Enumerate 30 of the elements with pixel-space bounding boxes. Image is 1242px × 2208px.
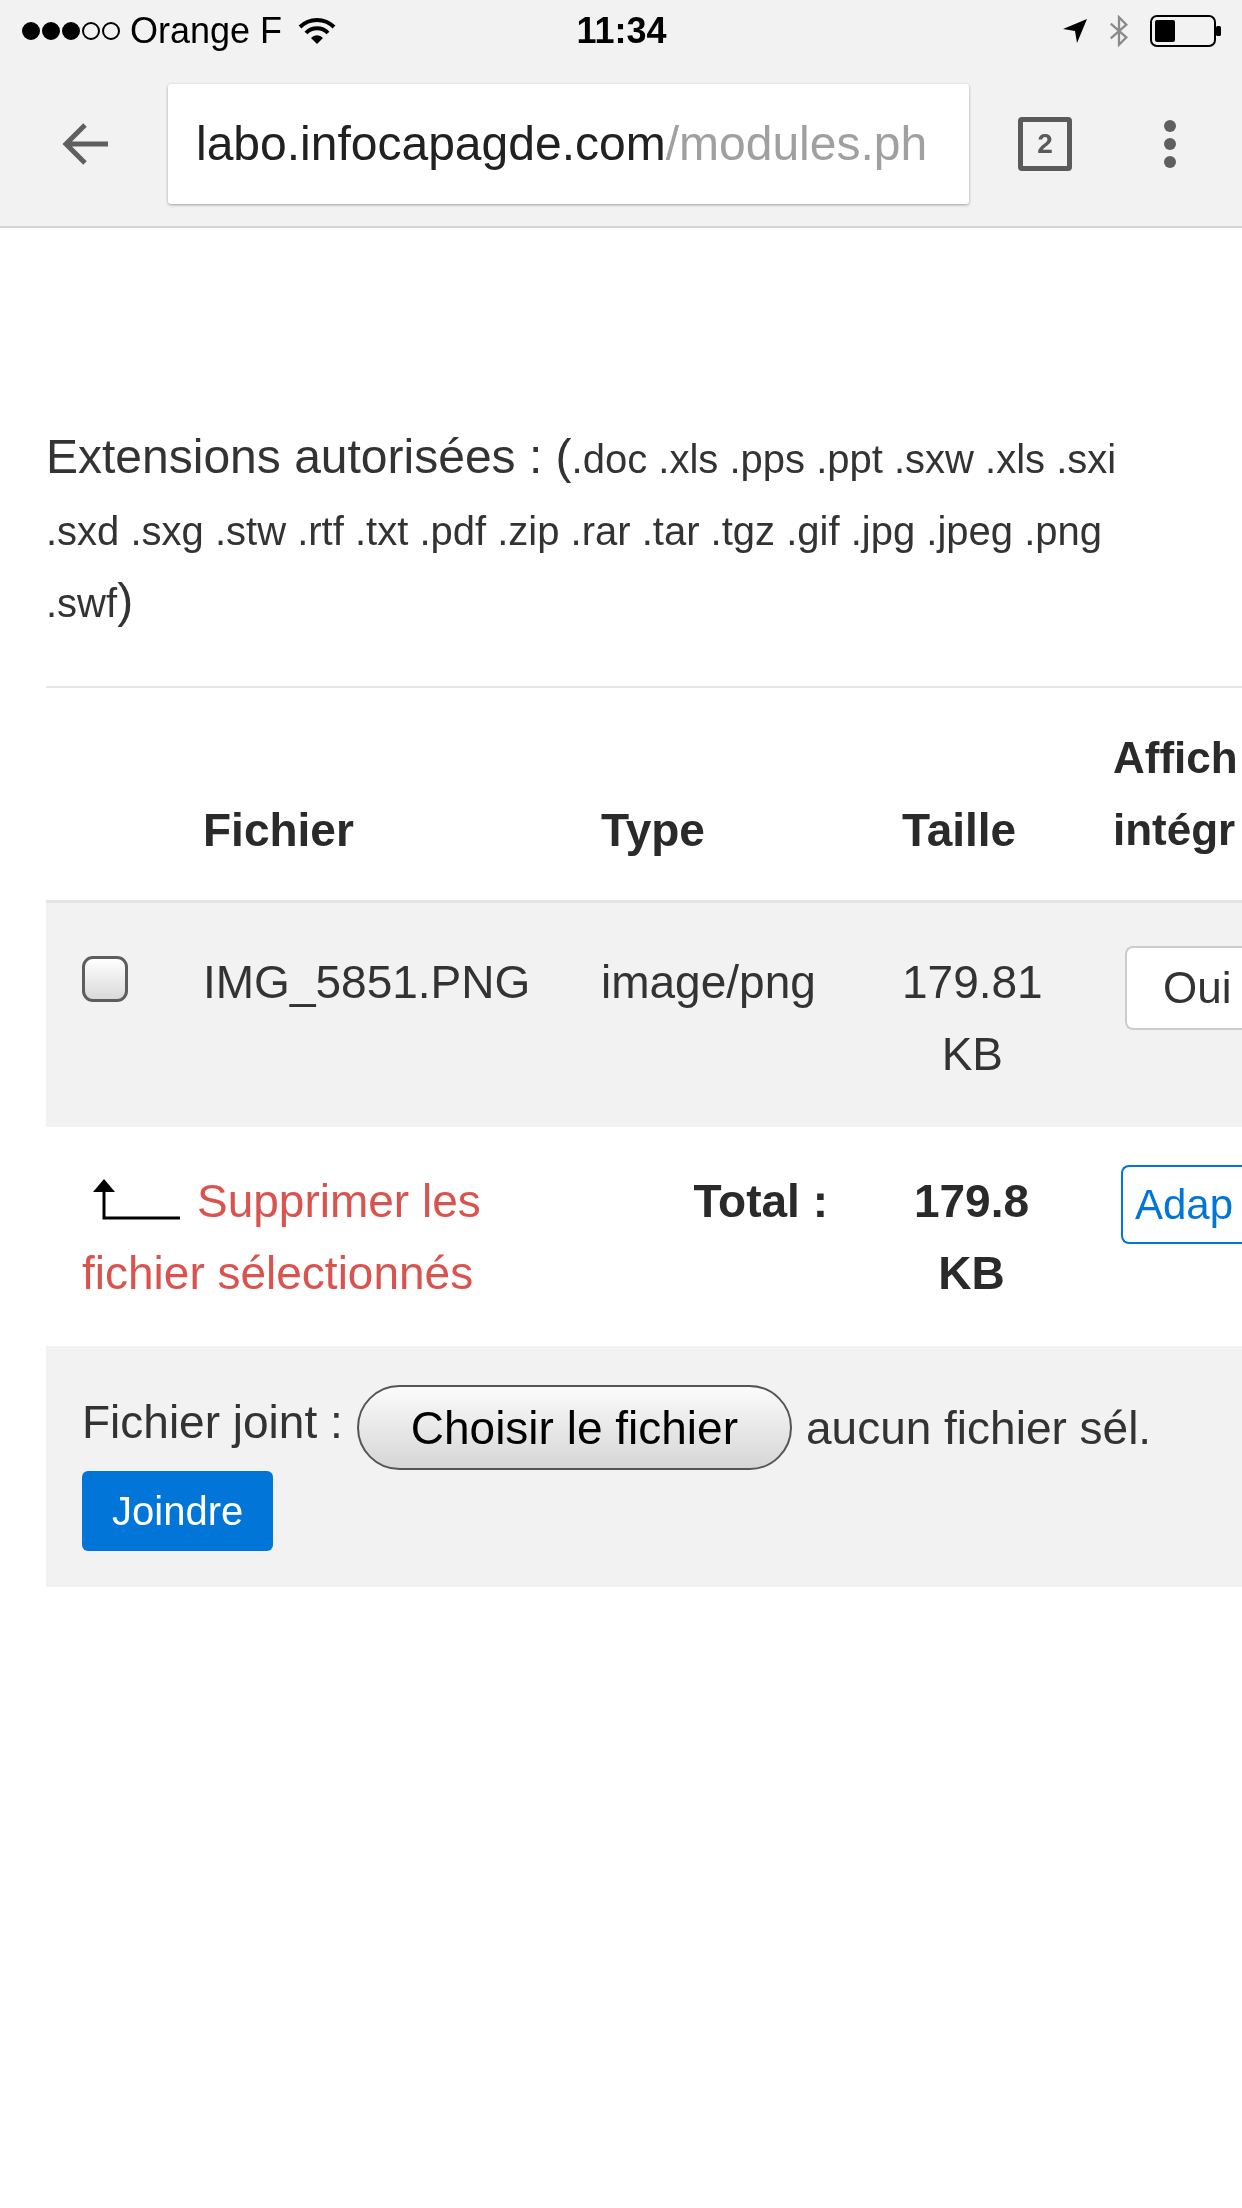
- row-checkbox[interactable]: [82, 956, 128, 1002]
- delete-selected-link[interactable]: Supprimer les fichier sélectionnés: [82, 1165, 560, 1309]
- bluetooth-icon: [1108, 15, 1130, 47]
- column-header: Affich intégr: [1113, 732, 1239, 856]
- column-header: Fichier: [203, 803, 354, 858]
- file-name-cell-text: IMG_5851.PNG: [203, 955, 531, 1010]
- up-arrow-icon: [93, 1178, 180, 1220]
- carrier-name: Orange F: [130, 11, 283, 51]
- signal-strength-icon: [21, 21, 121, 41]
- url-field[interactable]: labo.infocapagde.com/modules.ph: [168, 84, 969, 204]
- back-arrow-icon[interactable]: [60, 122, 110, 166]
- display-option-button[interactable]: Oui: [1125, 946, 1242, 1030]
- menu-icon[interactable]: [1164, 120, 1176, 168]
- wifi-icon: [297, 16, 338, 46]
- attach-label: Fichier joint :: [82, 1394, 343, 1450]
- attach-submit-button[interactable]: Joindre: [82, 1471, 274, 1551]
- total-size: 179.8 KB: [912, 1174, 1031, 1301]
- allowed-extensions-text: Extensions autorisées : (.doc .xls .pps .ppt .sxw .xls .sxi .sxd .sxg .stw .rtf .txt .pdf .zip .rar .tar .tgz .gif .jpg .jpeg .png .swf): [46, 429, 1118, 629]
- file-status-text: aucun fichier sél.: [805, 1400, 1152, 1456]
- adjust-option-button[interactable]: Adap: [1121, 1165, 1242, 1244]
- choose-file-button[interactable]: Choisir le fichier: [356, 1385, 792, 1470]
- battery-icon: [1150, 15, 1222, 47]
- column-header: Type: [601, 803, 705, 858]
- tab-switcher-button[interactable]: 2: [1018, 117, 1072, 171]
- file-type-cell-text: image/png: [601, 955, 816, 1010]
- column-header: Taille: [902, 803, 1017, 858]
- file-size-cell-text: 179.81 KB: [902, 955, 1043, 1082]
- location-arrow-icon: [1062, 18, 1088, 44]
- status-time: 11:34: [576, 11, 667, 51]
- total-label: Total :: [693, 1175, 828, 1227]
